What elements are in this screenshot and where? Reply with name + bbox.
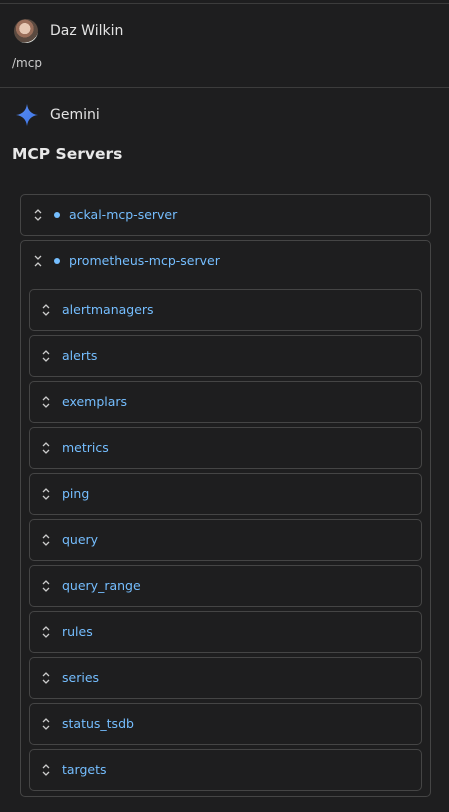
tool-item[interactable]: alerts xyxy=(29,335,422,377)
expand-chevron-icon[interactable] xyxy=(41,717,51,731)
tool-item[interactable]: metrics xyxy=(29,427,422,469)
tool-label: targets xyxy=(62,762,107,777)
assistant-header: Gemini xyxy=(15,103,100,127)
tool-item[interactable]: rules xyxy=(29,611,422,653)
status-dot xyxy=(54,212,60,218)
expand-chevron-icon[interactable] xyxy=(41,579,51,593)
expand-chevron-icon[interactable] xyxy=(41,671,51,685)
chat-panel: Daz Wilkin /mcp Gemini MCP Servers ackal… xyxy=(0,0,449,812)
server-ackal-mcp-server[interactable]: ackal-mcp-server xyxy=(20,194,431,236)
avatar xyxy=(14,19,38,43)
server-header[interactable]: ackal-mcp-server xyxy=(21,195,430,235)
server-header[interactable]: prometheus-mcp-server xyxy=(21,241,430,281)
tool-item[interactable]: ping xyxy=(29,473,422,515)
server-prometheus-mcp-server: prometheus-mcp-server alertmanagers aler… xyxy=(20,240,431,797)
expand-chevron-icon[interactable] xyxy=(33,208,43,222)
tool-label: rules xyxy=(62,624,93,639)
section-title: MCP Servers xyxy=(12,145,123,163)
status-dot xyxy=(54,258,60,264)
tool-label: metrics xyxy=(62,440,109,455)
divider xyxy=(0,3,449,4)
divider xyxy=(0,87,449,88)
tool-item[interactable]: targets xyxy=(29,749,422,791)
tool-label: series xyxy=(62,670,100,685)
user-message-header: Daz Wilkin xyxy=(14,19,123,43)
tool-item[interactable]: alertmanagers xyxy=(29,289,422,331)
expand-chevron-icon[interactable] xyxy=(41,395,51,409)
expand-chevron-icon[interactable] xyxy=(41,487,51,501)
tool-label: exemplars xyxy=(62,394,128,409)
user-name: Daz Wilkin xyxy=(50,23,124,39)
tool-label: status_tsdb xyxy=(62,716,134,731)
collapse-chevron-icon[interactable] xyxy=(33,254,43,268)
tool-item[interactable]: status_tsdb xyxy=(29,703,422,745)
tool-label: alerts xyxy=(62,348,98,363)
tool-item[interactable]: exemplars xyxy=(29,381,422,423)
tool-label: query_range xyxy=(62,578,141,593)
gemini-sparkle-icon xyxy=(16,104,38,126)
server-label: ackal-mcp-server xyxy=(69,207,178,222)
expand-chevron-icon[interactable] xyxy=(41,441,51,455)
expand-chevron-icon[interactable] xyxy=(41,625,51,639)
tool-label: alertmanagers xyxy=(62,302,154,317)
tool-label: ping xyxy=(62,486,90,501)
expand-chevron-icon[interactable] xyxy=(41,533,51,547)
user-message-text: /mcp xyxy=(12,56,42,70)
server-label: prometheus-mcp-server xyxy=(69,253,220,268)
expand-chevron-icon[interactable] xyxy=(41,303,51,317)
assistant-name: Gemini xyxy=(50,107,100,123)
tool-label: query xyxy=(62,532,99,547)
tool-item[interactable]: query xyxy=(29,519,422,561)
tool-item[interactable]: series xyxy=(29,657,422,699)
expand-chevron-icon[interactable] xyxy=(41,763,51,777)
expand-chevron-icon[interactable] xyxy=(41,349,51,363)
tool-item[interactable]: query_range xyxy=(29,565,422,607)
